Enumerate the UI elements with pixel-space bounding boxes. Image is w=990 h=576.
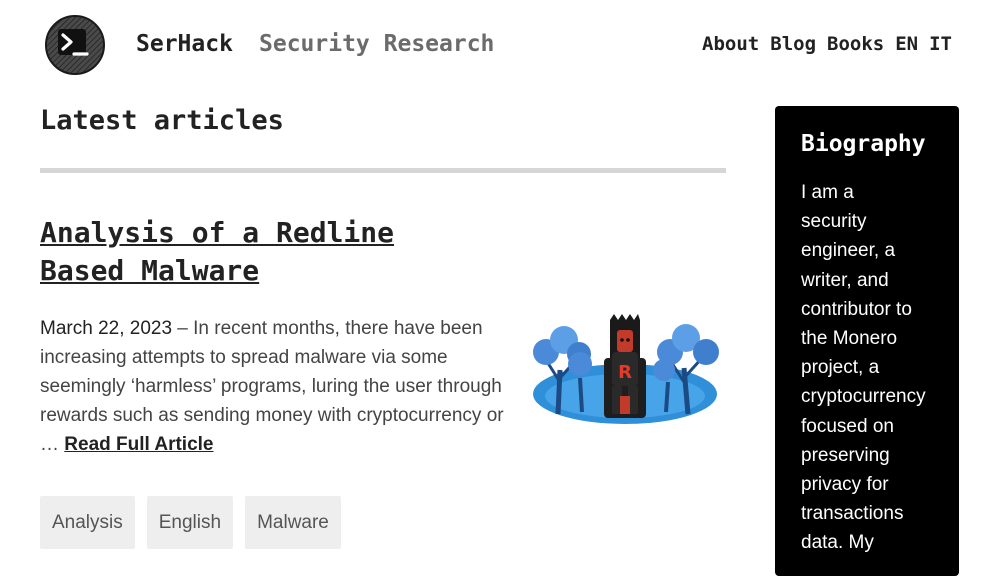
site-tagline: Security Research xyxy=(259,31,495,57)
nav-books[interactable]: Books xyxy=(827,31,884,57)
section-divider xyxy=(40,168,726,173)
article-date: March 22, 2023 xyxy=(40,318,173,339)
section-title: Latest articles xyxy=(40,105,284,136)
article-tags: Analysis English Malware xyxy=(40,496,341,549)
terminal-prompt-icon xyxy=(47,17,103,73)
site-name[interactable]: SerHack xyxy=(136,29,233,59)
date-separator: – xyxy=(172,318,194,339)
nav-lang-en[interactable]: EN xyxy=(895,31,918,57)
illustration-letter: R xyxy=(618,362,632,383)
nav-about[interactable]: About xyxy=(702,31,759,57)
article-title-link[interactable]: Analysis of a Redline Based Malware xyxy=(40,216,394,287)
biography-sidebar: Biography I am a security engineer, a wr… xyxy=(775,106,959,576)
tag-analysis[interactable]: Analysis xyxy=(40,496,135,549)
tag-english[interactable]: English xyxy=(146,496,234,549)
main-nav: About Blog Books EN IT xyxy=(702,31,952,57)
site-logo[interactable] xyxy=(45,15,105,75)
read-full-article-link[interactable]: Read Full Article xyxy=(64,434,213,455)
biography-title: Biography xyxy=(801,131,926,157)
article-illustration[interactable]: R xyxy=(524,312,726,432)
tag-malware[interactable]: Malware xyxy=(245,496,341,549)
article-title: Analysis of a Redline Based Malware xyxy=(40,214,480,290)
redline-malware-illustration: R xyxy=(533,314,719,424)
biography-text: I am a security engineer, a writer, and … xyxy=(801,182,926,554)
nav-blog[interactable]: Blog xyxy=(770,31,816,57)
nav-lang-it[interactable]: IT xyxy=(929,31,952,57)
article-summary: March 22, 2023 – In recent months, there… xyxy=(40,314,510,459)
